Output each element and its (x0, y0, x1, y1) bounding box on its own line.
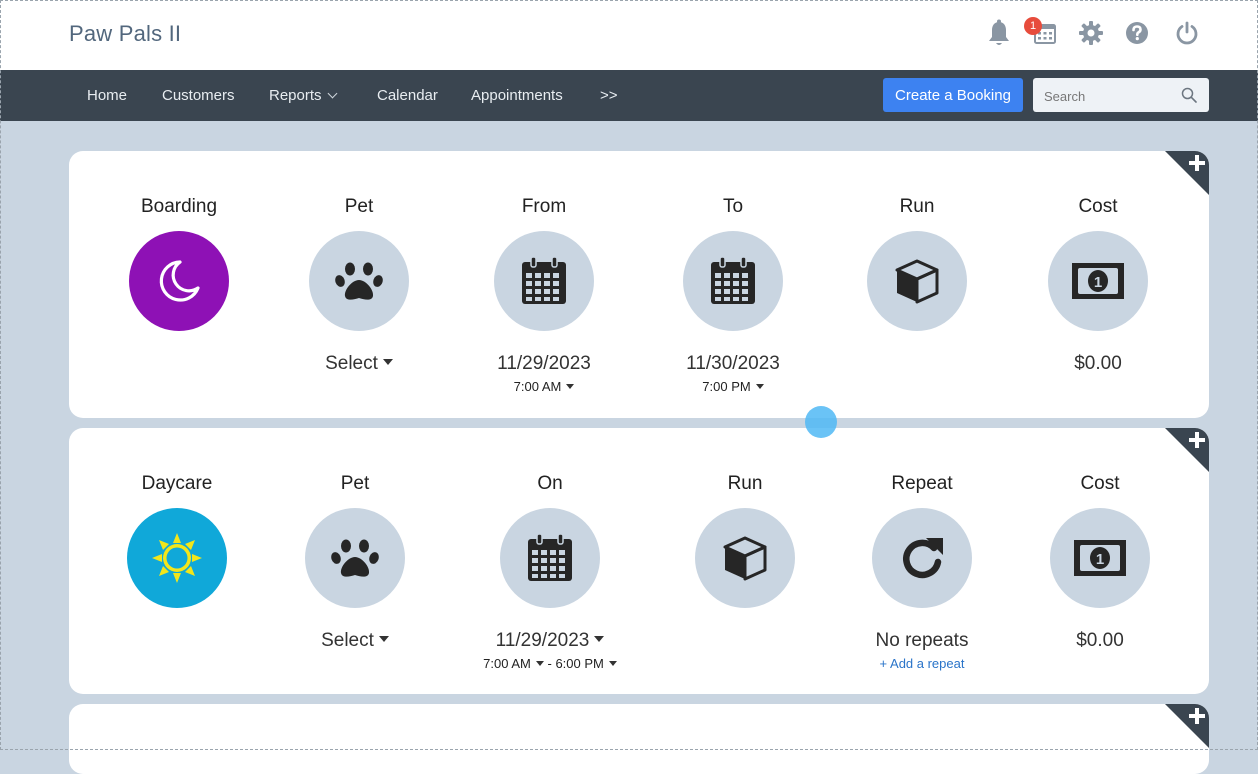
box-icon[interactable] (695, 508, 795, 608)
svg-text:1: 1 (1094, 274, 1102, 291)
calendar-icon[interactable] (683, 231, 783, 331)
sun-icon[interactable] (127, 508, 227, 608)
run-label: Run (899, 196, 935, 217)
moon-icon[interactable] (129, 231, 229, 331)
pet-select[interactable]: Select (269, 353, 449, 375)
caret-down-icon (378, 635, 389, 642)
to-time-value: 7:00 PM (702, 379, 751, 394)
add-booking-plus-icon[interactable] (1189, 155, 1205, 171)
svg-text:1: 1 (1096, 551, 1104, 568)
nav-home[interactable]: Home (87, 70, 127, 121)
add-booking-plus-icon[interactable] (1189, 432, 1205, 448)
search-icon[interactable] (1181, 87, 1197, 108)
money-icon: 1 (1050, 508, 1150, 608)
add-repeat-link[interactable]: + Add a repeat (832, 656, 1012, 671)
to-label: To (722, 196, 744, 217)
calendar-icon[interactable] (500, 508, 600, 608)
start-time-select[interactable]: 7:00 AM (483, 656, 544, 671)
help-icon[interactable] (1122, 18, 1152, 48)
cost-label: Cost (1078, 196, 1118, 217)
pet-label: Pet (344, 196, 374, 217)
nav-reports[interactable]: Reports (269, 70, 337, 121)
gear-icon[interactable] (1076, 18, 1106, 48)
caret-down-icon (566, 384, 575, 390)
cost-label: Cost (1080, 473, 1120, 494)
create-booking-button[interactable]: Create a Booking (883, 78, 1023, 112)
caret-down-icon (594, 635, 605, 642)
start-time-value: 7:00 AM (483, 656, 531, 671)
notification-badge: 1 (1024, 17, 1042, 35)
money-icon: 1 (1048, 231, 1148, 331)
end-time-select[interactable]: 6:00 PM (555, 656, 617, 671)
daycare-card: Daycare Pet Select On 11/29/2023 7:00 AM… (69, 428, 1209, 694)
bell-icon[interactable] (984, 18, 1014, 48)
box-icon[interactable] (867, 231, 967, 331)
from-time-value: 7:00 AM (513, 379, 562, 394)
to-time-select[interactable]: 7:00 PM (643, 379, 823, 394)
boarding-card: Boarding Pet Select From 11/29/2023 7:00… (69, 151, 1209, 418)
caret-down-icon (535, 661, 544, 667)
repeat-label: Repeat (891, 473, 953, 494)
nav-customers[interactable]: Customers (162, 70, 235, 121)
pet-select[interactable]: Select (265, 630, 445, 652)
nav-calendar[interactable]: Calendar (377, 70, 438, 121)
from-time-select[interactable]: 7:00 AM (454, 379, 634, 394)
search-input[interactable] (1033, 78, 1186, 114)
caret-down-icon (608, 661, 617, 667)
to-date[interactable]: 11/30/2023 (643, 353, 823, 375)
paw-icon[interactable] (309, 231, 409, 331)
daycare-type-label: Daycare (141, 473, 213, 494)
on-date-select[interactable]: 11/29/2023 (460, 630, 640, 652)
add-booking-plus-icon[interactable] (1189, 708, 1205, 724)
paw-icon[interactable] (305, 508, 405, 608)
power-icon[interactable] (1172, 18, 1202, 48)
nav-more[interactable]: >> (600, 70, 618, 121)
run-label: Run (727, 473, 763, 494)
top-header: Paw Pals II 1 (0, 0, 1258, 70)
on-date-value: 11/29/2023 (495, 630, 590, 651)
pet-select-value: Select (325, 353, 378, 374)
from-label: From (521, 196, 567, 217)
caret-down-icon (755, 384, 764, 390)
redo-icon[interactable] (872, 508, 972, 608)
nav-appointments[interactable]: Appointments (471, 70, 563, 121)
from-date[interactable]: 11/29/2023 (454, 353, 634, 375)
chevron-down-icon (327, 88, 337, 99)
cost-value: $0.00 (1074, 353, 1122, 374)
repeat-value: No repeats (875, 630, 969, 651)
caret-down-icon (382, 358, 393, 365)
pet-select-value: Select (321, 630, 374, 651)
search-box (1033, 78, 1209, 114)
end-time-value: 6:00 PM (555, 656, 604, 671)
app-title: Paw Pals II (69, 21, 182, 46)
nav-reports-label: Reports (269, 87, 322, 104)
on-label: On (537, 473, 563, 494)
boarding-type-label: Boarding (140, 196, 218, 217)
cost-value: $0.00 (1076, 630, 1124, 651)
mouse-cursor-indicator (805, 406, 837, 438)
pet-label: Pet (340, 473, 370, 494)
calendar-icon[interactable] (494, 231, 594, 331)
time-separator: - (547, 656, 552, 671)
daycare-time-range: 7:00 AM - 6:00 PM (460, 656, 640, 671)
booking-card-partial (69, 704, 1209, 774)
